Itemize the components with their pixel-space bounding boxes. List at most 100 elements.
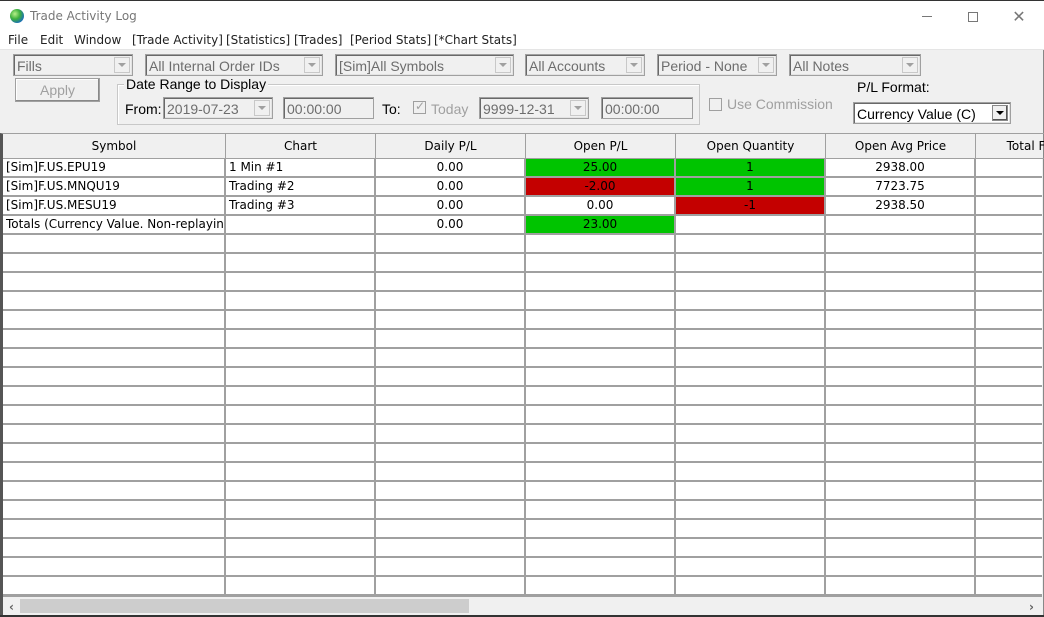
minimize-button[interactable] [904,1,950,32]
chart-cell[interactable] [226,368,376,387]
open-quantity-cell[interactable] [676,463,826,482]
daily-pl-cell[interactable] [376,311,526,330]
close-button[interactable]: ✕ [996,1,1042,32]
empty-table-row[interactable] [3,520,1042,539]
open-pl-cell[interactable] [526,539,676,558]
horizontal-scrollbar[interactable]: ‹ › [3,596,1042,615]
open-avg-price-cell[interactable] [826,558,976,577]
open-pl-cell[interactable]: -2.00 [526,178,676,197]
open-avg-price-cell[interactable] [826,349,976,368]
chart-cell[interactable] [226,311,376,330]
apply-button[interactable]: Apply [15,78,100,102]
scroll-left-icon[interactable]: ‹ [3,598,20,615]
menu-statistics[interactable]: [Statistics] [226,33,290,47]
open-avg-price-cell[interactable] [826,292,976,311]
maximize-button[interactable] [950,1,996,32]
open-pl-cell[interactable] [526,235,676,254]
symbol-cell[interactable] [3,463,226,482]
dropdown-arrow-button[interactable] [902,57,918,73]
open-quantity-cell[interactable] [676,235,826,254]
open-quantity-cell[interactable] [676,330,826,349]
symbol-cell[interactable] [3,539,226,558]
open-avg-price-cell[interactable]: 2938.00 [826,159,976,178]
daily-pl-cell[interactable] [376,558,526,577]
daily-pl-cell[interactable] [376,482,526,501]
symbol-cell[interactable] [3,444,226,463]
chart-cell[interactable] [226,406,376,425]
chart-cell[interactable] [226,558,376,577]
total-cell[interactable] [976,254,1042,273]
dropdown-arrow-button[interactable] [254,100,270,116]
chart-cell[interactable] [226,387,376,406]
daily-pl-cell[interactable] [376,349,526,368]
daily-pl-cell[interactable] [376,539,526,558]
empty-table-row[interactable] [3,501,1042,520]
daily-pl-cell[interactable]: 0.00 [376,178,526,197]
open-pl-cell[interactable] [526,330,676,349]
daily-pl-cell[interactable]: 0.00 [376,197,526,216]
open-quantity-cell[interactable] [676,311,826,330]
open-quantity-cell[interactable] [676,216,826,235]
symbol-cell[interactable] [3,520,226,539]
dropdown-arrow-button[interactable] [304,57,320,73]
open-quantity-cell[interactable] [676,501,826,520]
empty-table-row[interactable] [3,235,1042,254]
total-cell[interactable] [976,406,1042,425]
symbol-cell[interactable] [3,558,226,577]
total-cell[interactable] [976,387,1042,406]
symbols-select[interactable]: [Sim]All Symbols [335,54,514,76]
open-avg-price-cell[interactable] [826,520,976,539]
open-pl-cell[interactable] [526,463,676,482]
column-header-symbol[interactable]: Symbol [3,134,226,159]
open-avg-price-cell[interactable] [826,235,976,254]
from-time-field[interactable]: 00:00:00 [283,97,374,119]
total-cell[interactable] [976,368,1042,387]
symbol-cell[interactable] [3,311,226,330]
open-quantity-cell[interactable] [676,406,826,425]
chart-cell[interactable]: Trading #3 [226,197,376,216]
daily-pl-cell[interactable] [376,463,526,482]
to-date-picker[interactable]: 9999-12-31 [479,97,589,119]
daily-pl-cell[interactable] [376,330,526,349]
open-quantity-cell[interactable] [676,444,826,463]
open-pl-cell[interactable]: 25.00 [526,159,676,178]
open-pl-cell[interactable] [526,387,676,406]
open-avg-price-cell[interactable] [826,368,976,387]
total-cell[interactable] [976,444,1042,463]
open-pl-cell[interactable] [526,482,676,501]
empty-table-row[interactable] [3,406,1042,425]
open-pl-cell[interactable] [526,406,676,425]
total-cell[interactable] [976,311,1042,330]
open-pl-cell[interactable] [526,292,676,311]
total-cell[interactable] [976,178,1042,197]
total-cell[interactable] [976,501,1042,520]
symbol-cell[interactable] [3,482,226,501]
chart-cell[interactable] [226,539,376,558]
chart-cell[interactable] [226,273,376,292]
symbol-cell[interactable] [3,368,226,387]
total-cell[interactable] [976,539,1042,558]
empty-table-row[interactable] [3,292,1042,311]
open-quantity-cell[interactable] [676,482,826,501]
total-cell[interactable] [976,273,1042,292]
column-header-open-quantity[interactable]: Open Quantity [676,134,826,159]
open-avg-price-cell[interactable]: 7723.75 [826,178,976,197]
dropdown-arrow-button[interactable] [758,57,774,73]
empty-table-row[interactable] [3,273,1042,292]
empty-table-row[interactable] [3,311,1042,330]
chart-cell[interactable] [226,292,376,311]
open-avg-price-cell[interactable] [826,577,976,596]
menu-edit[interactable]: Edit [40,33,63,47]
dropdown-arrow-button[interactable] [992,105,1008,121]
open-pl-cell[interactable] [526,311,676,330]
open-pl-cell[interactable] [526,368,676,387]
open-pl-cell[interactable] [526,273,676,292]
accounts-select[interactable]: All Accounts [525,54,645,76]
fills-type-select[interactable]: Fills [13,54,133,76]
open-quantity-cell[interactable] [676,577,826,596]
open-quantity-cell[interactable] [676,368,826,387]
chart-cell[interactable] [226,482,376,501]
chart-cell[interactable] [226,577,376,596]
open-avg-price-cell[interactable] [826,406,976,425]
symbol-cell[interactable] [3,254,226,273]
